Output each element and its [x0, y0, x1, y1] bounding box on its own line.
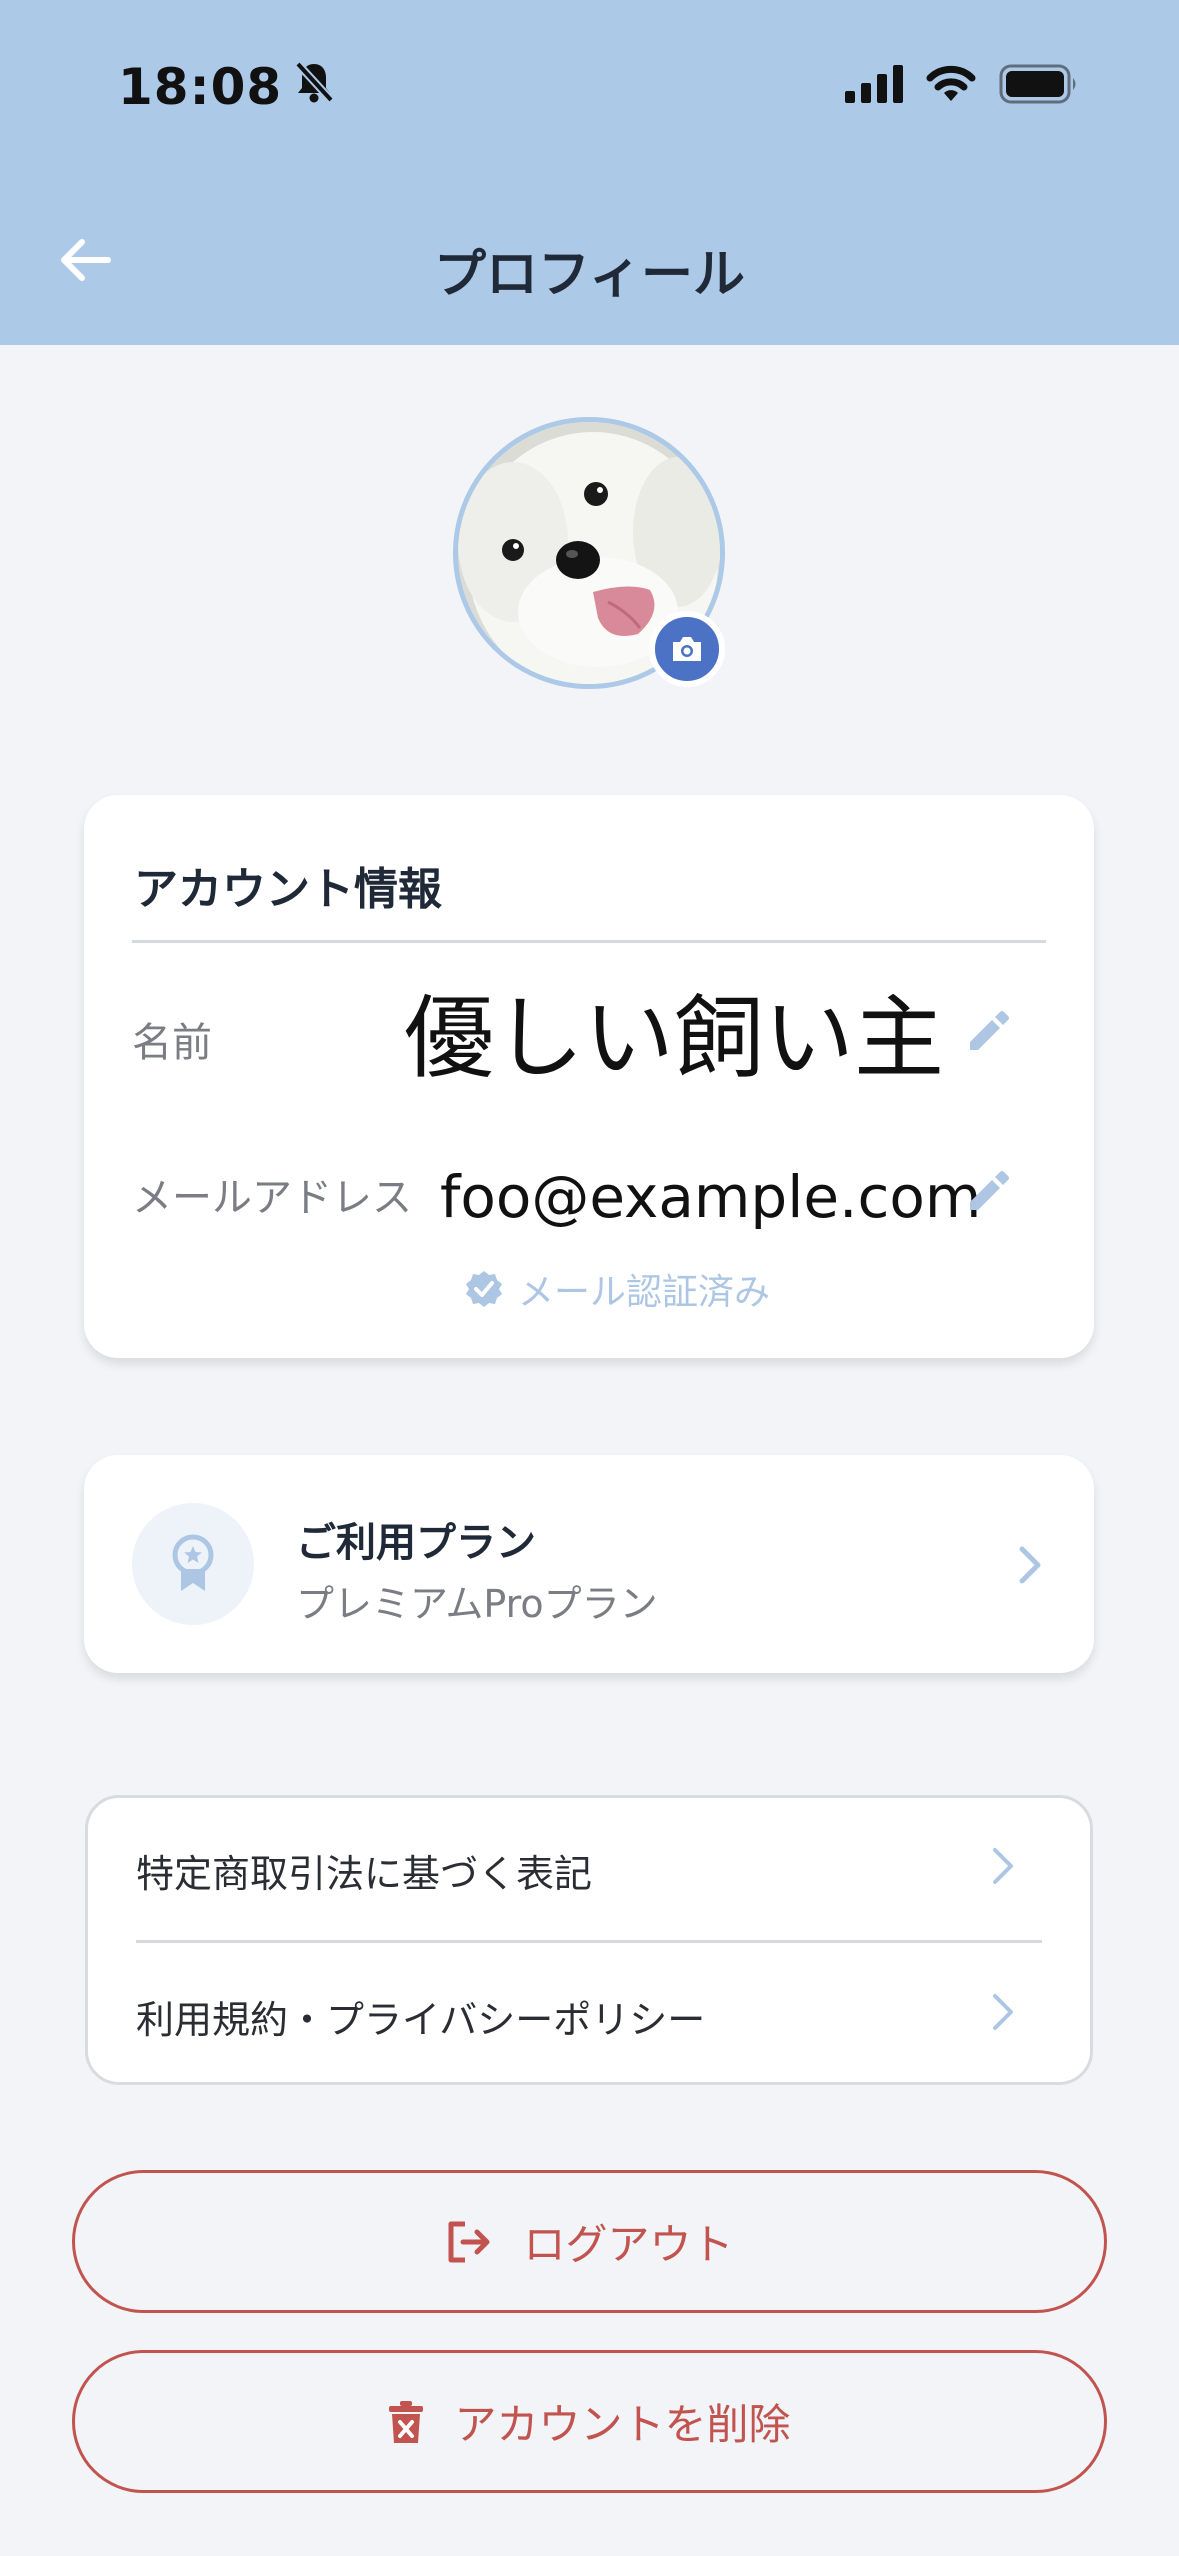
pencil-icon	[970, 1011, 1009, 1050]
status-time-text: 18:08	[118, 58, 283, 116]
edit-name-button[interactable]	[964, 1008, 1012, 1056]
legal-links-card: 特定商取引法に基づく表記 利用規約・プライバシーポリシー	[85, 1795, 1093, 2085]
chevron-right-icon	[982, 1992, 1022, 2032]
account-info-card: アカウント情報 名前 優しい飼い主 メールアドレス foo@example.co…	[84, 795, 1094, 1358]
profile-avatar[interactable]	[453, 417, 725, 689]
status-time: 18:08	[118, 58, 335, 116]
legal-item-label: 特定商取引法に基づく表記	[136, 1852, 593, 1896]
name-value: 優しい飼い主	[404, 986, 944, 1091]
legal-item-label: 利用規約・プライバシーポリシー	[136, 1998, 706, 2042]
divider	[136, 1940, 1042, 1943]
page-title: プロフィール	[434, 245, 745, 305]
delete-account-button[interactable]: アカウントを削除	[72, 2350, 1107, 2493]
plan-card[interactable]: ご利用プラン プレミアムProプラン	[84, 1455, 1094, 1673]
logout-button[interactable]: ログアウト	[72, 2170, 1107, 2313]
pencil-icon	[970, 1171, 1009, 1210]
verified-badge-icon	[466, 1271, 502, 1307]
email-value: foo@example.com	[440, 1163, 982, 1231]
camera-icon	[673, 637, 701, 661]
bell-muted-icon	[294, 58, 335, 116]
plan-name: プレミアムProプラン	[296, 1582, 658, 1626]
email-verified-status: メール認証済み	[464, 1263, 770, 1315]
chevron-right-icon	[982, 1846, 1022, 1886]
award-icon	[172, 1534, 214, 1591]
verified-text: メール認証済み	[518, 1272, 771, 1313]
account-info-title: アカウント情報	[134, 864, 442, 915]
divider	[132, 940, 1046, 943]
battery-icon	[999, 64, 1079, 108]
delete-account-label: アカウントを削除	[454, 2400, 791, 2449]
trash-icon	[389, 2400, 424, 2443]
chevron-right-icon	[1009, 1545, 1049, 1585]
plan-icon-container	[132, 1503, 254, 1625]
signal-icon	[845, 65, 903, 107]
legal-item-commerce[interactable]: 特定商取引法に基づく表記	[136, 1798, 1042, 1938]
edit-email-button[interactable]	[964, 1168, 1012, 1216]
legal-item-terms[interactable]: 利用規約・プライバシーポリシー	[136, 1944, 1042, 2084]
app-header: 18:08 プロフィール	[0, 0, 1179, 345]
wifi-icon	[925, 65, 977, 107]
status-indicators	[845, 64, 1079, 108]
plan-title: ご利用プラン	[296, 1520, 536, 1566]
change-photo-button[interactable]	[649, 611, 725, 687]
name-label: 名前	[132, 1020, 212, 1066]
email-label: メールアドレス	[132, 1175, 412, 1221]
logout-icon	[448, 2221, 490, 2262]
logout-label: ログアウト	[523, 2220, 734, 2269]
